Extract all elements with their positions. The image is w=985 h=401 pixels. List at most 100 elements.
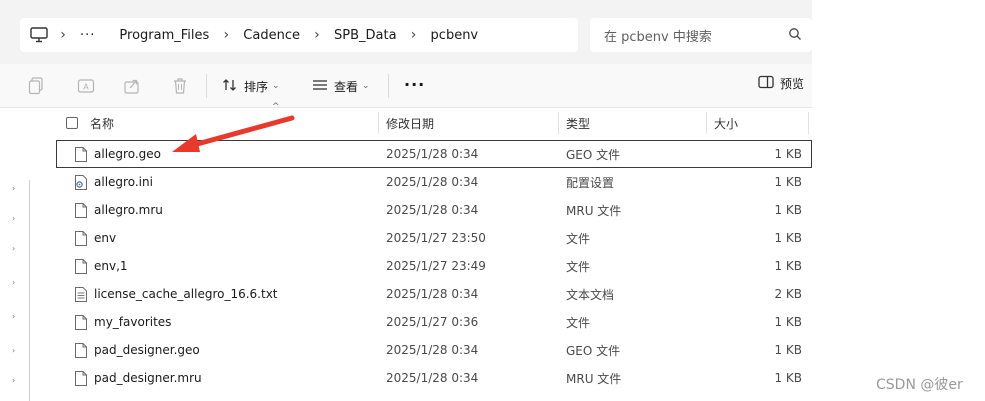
file-type: 文件 — [566, 259, 591, 274]
view-icon — [312, 79, 328, 94]
file-name-cell[interactable]: my_favorites — [74, 308, 171, 336]
column-divider[interactable] — [558, 112, 559, 134]
file-name: allegro.geo — [94, 147, 161, 161]
preview-pane-icon — [758, 75, 774, 92]
breadcrumb-chevron-icon[interactable]: › — [213, 27, 239, 43]
navigation-pane: › › › › › › › — [0, 108, 36, 401]
file-row[interactable]: allegro.mru 2025/1/28 0:34 MRU 文件 1 KB — [56, 196, 812, 224]
file-row[interactable]: allegro.geo 2025/1/28 0:34 GEO 文件 1 KB — [56, 140, 812, 168]
search-input[interactable]: 在 pcbenv 中搜索 — [590, 18, 812, 52]
file-row[interactable]: env 2025/1/27 23:50 文件 1 KB — [56, 224, 812, 252]
file-size: 1 KB — [774, 231, 802, 245]
file-type: GEO 文件 — [566, 343, 621, 358]
preview-label: 预览 — [779, 77, 804, 91]
share-icon[interactable] — [122, 76, 142, 96]
svg-text:A: A — [83, 83, 89, 92]
delete-icon[interactable] — [170, 76, 190, 96]
file-type: 文件 — [566, 231, 591, 246]
file-date: 2025/1/28 0:34 — [386, 287, 479, 301]
breadcrumb-program-files[interactable]: Program_Files — [115, 28, 213, 43]
file-name-cell[interactable]: allegro.mru — [74, 196, 163, 224]
view-label: 查看 — [334, 79, 359, 94]
sort-label: 排序 — [244, 79, 269, 94]
file-name: env,1 — [94, 259, 128, 273]
expand-arrow-icon[interactable]: › — [12, 184, 15, 193]
rename-icon[interactable]: A — [76, 76, 96, 96]
search-placeholder: 在 pcbenv 中搜索 — [604, 29, 712, 45]
breadcrumb-chevron-icon[interactable]: › — [401, 27, 427, 43]
column-size[interactable]: 大小 — [714, 108, 738, 138]
select-all-checkbox[interactable] — [66, 117, 78, 129]
expand-arrow-icon[interactable]: › — [12, 278, 15, 287]
address-bar-row: › ··· Program_Files › Cadence › SPB_Data… — [0, 0, 812, 64]
breadcrumb-cadence[interactable]: Cadence — [239, 28, 304, 43]
file-row[interactable]: my_favorites 2025/1/27 0:36 文件 1 KB — [56, 308, 812, 336]
more-options-button[interactable]: ··· — [404, 75, 425, 94]
file-row[interactable]: allegro.ini 2025/1/28 0:34 配置设置 1 KB — [56, 168, 812, 196]
file-name-cell[interactable]: license_cache_allegro_16.6.txt — [74, 280, 278, 308]
column-divider[interactable] — [706, 112, 707, 134]
file-name-cell[interactable]: pad_designer.mru — [74, 364, 202, 392]
file-name: pad_designer.mru — [94, 371, 202, 385]
sort-ascending-icon: ^ — [272, 102, 280, 112]
preview-pane-button[interactable]: 预览 — [758, 75, 804, 92]
column-header: ^ 名称 修改日期 类型 大小 — [56, 102, 812, 138]
expand-arrow-icon[interactable]: › — [12, 214, 15, 223]
column-type-label: 类型 — [566, 116, 591, 131]
expand-arrow-icon[interactable]: › — [12, 346, 15, 355]
file-type: GEO 文件 — [566, 147, 621, 162]
column-date[interactable]: 修改日期 — [386, 108, 434, 138]
file-row[interactable]: pad_designer.mru 2025/1/28 0:34 MRU 文件 1 KB — [56, 364, 812, 392]
file-list: allegro.geo 2025/1/28 0:34 GEO 文件 1 KB alleg… — [56, 140, 812, 392]
file-date: 2025/1/27 0:36 — [386, 315, 479, 329]
blank-file-icon — [74, 314, 88, 331]
blank-file-icon — [74, 230, 88, 247]
file-name-cell[interactable]: allegro.geo — [74, 140, 161, 168]
file-name-cell[interactable]: env,1 — [74, 252, 128, 280]
toolbar-divider — [388, 74, 389, 98]
file-name-cell[interactable]: allegro.ini — [74, 168, 153, 196]
address-bar[interactable]: › ··· Program_Files › Cadence › SPB_Data… — [20, 18, 578, 52]
file-name: license_cache_allegro_16.6.txt — [94, 287, 278, 301]
file-row[interactable]: env,1 2025/1/27 23:49 文件 1 KB — [56, 252, 812, 280]
column-name[interactable]: 名称 — [66, 108, 114, 138]
file-row[interactable]: pad_designer.geo 2025/1/28 0:34 GEO 文件 1 KB — [56, 336, 812, 364]
command-bar: A 排序 ⌄ 查看 ⌄ ··· 预览 — [0, 64, 812, 108]
file-type: MRU 文件 — [566, 203, 622, 218]
column-divider[interactable] — [378, 112, 379, 134]
file-size: 1 KB — [774, 203, 802, 217]
chevron-down-icon: ⌄ — [272, 81, 280, 91]
file-name: allegro.ini — [94, 175, 153, 189]
breadcrumb-pcbenv[interactable]: pcbenv — [427, 28, 483, 43]
blank-file-icon — [74, 146, 88, 163]
column-divider[interactable] — [808, 112, 809, 134]
blank-file-icon — [74, 342, 88, 359]
this-pc-icon[interactable] — [28, 24, 50, 46]
file-size: 1 KB — [774, 315, 802, 329]
column-name-label: 名称 — [90, 116, 115, 131]
file-name-cell[interactable]: env — [74, 224, 116, 252]
breadcrumb-chevron-icon[interactable]: › — [50, 27, 76, 43]
file-name: env — [94, 231, 117, 245]
sort-button[interactable]: 排序 ⌄ — [222, 75, 280, 97]
file-row[interactable]: license_cache_allegro_16.6.txt 2025/1/28 … — [56, 280, 812, 308]
breadcrumb-chevron-icon[interactable]: › — [304, 27, 330, 43]
file-size: 1 KB — [774, 175, 802, 189]
file-name: pad_designer.geo — [94, 343, 200, 357]
expand-arrow-icon[interactable]: › — [12, 244, 15, 253]
copy-icon[interactable] — [26, 76, 46, 96]
view-button[interactable]: 查看 ⌄ — [312, 75, 370, 97]
breadcrumb-overflow[interactable]: ··· — [76, 28, 99, 43]
file-type: MRU 文件 — [566, 371, 622, 386]
toolbar-divider — [206, 74, 207, 98]
file-date: 2025/1/27 23:50 — [386, 231, 486, 245]
search-icon[interactable] — [788, 27, 802, 41]
config-file-icon — [74, 174, 88, 191]
breadcrumb-spb-data[interactable]: SPB_Data — [330, 28, 401, 43]
watermark-text: CSDN @彼er — [876, 377, 963, 393]
file-name-cell[interactable]: pad_designer.geo — [74, 336, 200, 364]
expand-arrow-icon[interactable]: › — [12, 376, 15, 385]
expand-arrow-icon[interactable]: › — [12, 312, 15, 321]
blank-file-icon — [74, 370, 88, 387]
column-type[interactable]: 类型 — [566, 108, 590, 138]
